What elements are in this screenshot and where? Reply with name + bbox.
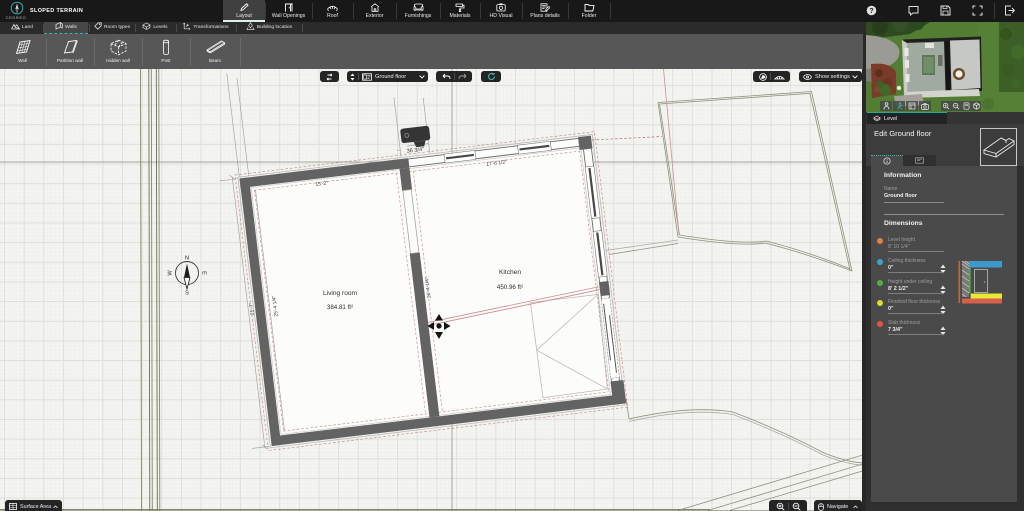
svg-text:450.96 ft²: 450.96 ft² — [497, 284, 523, 291]
svg-text:Living room: Living room — [323, 290, 358, 297]
svg-text:E: E — [201, 271, 207, 275]
svg-text:S: S — [185, 291, 189, 297]
svg-text:384.81 ft²: 384.81 ft² — [327, 304, 353, 311]
svg-text:Kitchen: Kitchen — [499, 269, 521, 276]
svg-text:N: N — [185, 256, 189, 262]
svg-text:W: W — [168, 270, 174, 276]
svg-text:?: ? — [869, 8, 873, 15]
